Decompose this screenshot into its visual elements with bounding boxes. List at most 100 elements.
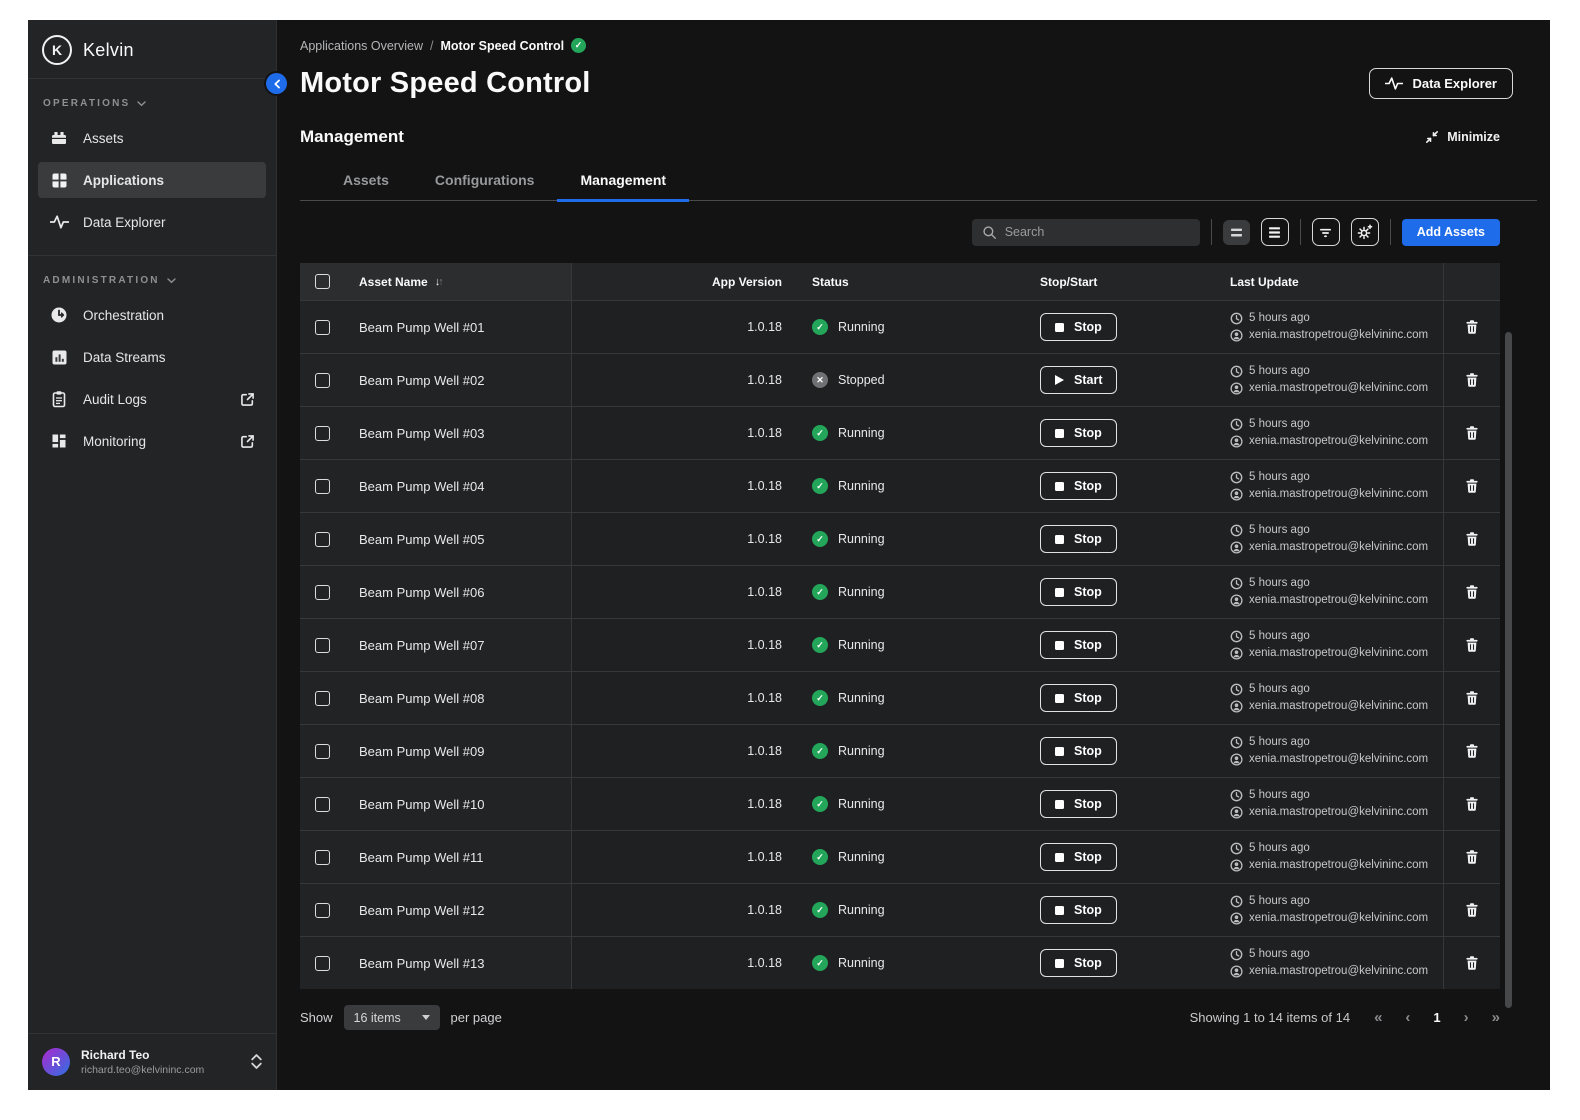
user-icon	[1230, 965, 1243, 978]
last-update-time: 5 hours ago	[1249, 417, 1310, 430]
delete-button[interactable]	[1458, 419, 1486, 447]
stop-start-button[interactable]: Stop	[1040, 684, 1117, 712]
last-update-user: xenia.mastropetrou@kelvininc.com	[1249, 805, 1429, 818]
delete-button[interactable]	[1458, 366, 1486, 394]
delete-button[interactable]	[1458, 843, 1486, 871]
row-checkbox[interactable]	[315, 372, 330, 388]
row-checkbox[interactable]	[315, 849, 330, 865]
row-checkbox[interactable]	[315, 902, 330, 918]
page-size-select[interactable]: 16 items	[343, 1005, 440, 1030]
settings-gear-button[interactable]	[1350, 218, 1379, 246]
logo-text: Kelvin	[83, 39, 134, 60]
delete-button[interactable]	[1458, 737, 1486, 765]
sidebar-section-administration[interactable]: ADMINISTRATION	[28, 256, 276, 294]
app-version: 1.0.18	[747, 585, 782, 599]
sidebar-collapse-button[interactable]	[266, 73, 287, 94]
view-list-button[interactable]	[1260, 218, 1289, 246]
clock-icon	[1230, 577, 1243, 590]
filter-button[interactable]	[1311, 218, 1340, 246]
waveform-icon	[1385, 77, 1404, 90]
row-checkbox[interactable]	[315, 425, 330, 441]
status-text: Running	[838, 691, 885, 705]
stop-start-button[interactable]: Stop	[1040, 525, 1117, 553]
row-checkbox[interactable]	[315, 796, 330, 812]
sidebar-section-operations[interactable]: OPERATIONS	[28, 79, 276, 117]
stop-start-button[interactable]: Stop	[1040, 631, 1117, 659]
row-checkbox[interactable]	[315, 637, 330, 653]
search-icon	[982, 225, 997, 240]
status-icon: ✓	[812, 425, 828, 441]
last-update-user: xenia.mastropetrou@kelvininc.com	[1249, 540, 1429, 553]
tab-assets[interactable]: Assets	[320, 163, 412, 200]
last-update-time: 5 hours ago	[1249, 523, 1310, 536]
data-explorer-button[interactable]: Data Explorer	[1369, 68, 1513, 99]
stop-start-button[interactable]: Stop	[1040, 896, 1117, 924]
prev-page-button[interactable]: ‹	[1405, 1010, 1410, 1025]
delete-button[interactable]	[1458, 313, 1486, 341]
table-row: Beam Pump Well #04 1.0.18 ✓ Running Stop…	[300, 459, 1500, 512]
status-icon: ✓	[812, 690, 828, 706]
minimize-button[interactable]: Minimize	[1425, 130, 1500, 144]
clock-icon	[1230, 365, 1243, 378]
last-update-time: 5 hours ago	[1249, 311, 1310, 324]
delete-button[interactable]	[1458, 631, 1486, 659]
stop-start-button[interactable]: Stop	[1040, 790, 1117, 818]
delete-button[interactable]	[1458, 790, 1486, 818]
status-icon: ✓	[812, 584, 828, 600]
chevron-down-icon	[167, 277, 176, 284]
stop-start-button[interactable]: Stop	[1040, 419, 1117, 447]
first-page-button[interactable]: «	[1374, 1010, 1382, 1025]
delete-button[interactable]	[1458, 684, 1486, 712]
sidebar-item-assets[interactable]: Assets	[38, 120, 266, 156]
stop-start-button[interactable]: Stop	[1040, 578, 1117, 606]
add-assets-button[interactable]: Add Assets	[1401, 218, 1500, 246]
row-checkbox[interactable]	[315, 955, 330, 971]
search-box[interactable]	[971, 218, 1200, 246]
next-page-button[interactable]: ›	[1464, 1010, 1469, 1025]
user-menu[interactable]: R Richard Teo richard.teo@kelvininc.com	[28, 1032, 276, 1090]
delete-button[interactable]	[1458, 472, 1486, 500]
vertical-scrollbar[interactable]	[1505, 332, 1512, 1008]
asset-name: Beam Pump Well #01	[359, 319, 485, 335]
sidebar-item-data-explorer[interactable]: Data Explorer	[38, 204, 266, 240]
last-page-button[interactable]: »	[1492, 1010, 1500, 1025]
stop-start-button[interactable]: Stop	[1040, 472, 1117, 500]
delete-button[interactable]	[1458, 525, 1486, 553]
stop-start-button[interactable]: Stop	[1040, 313, 1117, 341]
row-checkbox[interactable]	[315, 690, 330, 706]
stop-start-icon	[1055, 693, 1064, 703]
user-icon	[1230, 859, 1243, 872]
sidebar-item-audit-logs[interactable]: Audit Logs	[38, 381, 266, 417]
delete-button[interactable]	[1458, 896, 1486, 924]
delete-button[interactable]	[1458, 949, 1486, 977]
sidebar-item-monitoring[interactable]: Monitoring	[38, 423, 266, 459]
breadcrumb-parent-link[interactable]: Applications Overview	[300, 39, 423, 53]
delete-button[interactable]	[1458, 578, 1486, 606]
stop-start-button[interactable]: Stop	[1040, 843, 1117, 871]
last-update-user: xenia.mastropetrou@kelvininc.com	[1249, 911, 1429, 924]
stop-start-button[interactable]: Stop	[1040, 737, 1117, 765]
sidebar-item-applications[interactable]: Applications	[38, 162, 266, 198]
sidebar-item-orchestration[interactable]: Orchestration	[38, 297, 266, 333]
sidebar-item-data-streams[interactable]: Data Streams	[38, 339, 266, 375]
asset-name: Beam Pump Well #11	[359, 849, 484, 865]
status-icon: ✓	[812, 796, 828, 812]
user-icon	[1230, 488, 1243, 501]
row-checkbox[interactable]	[315, 319, 330, 335]
row-checkbox[interactable]	[315, 743, 330, 759]
row-checkbox[interactable]	[315, 531, 330, 547]
sort-control[interactable]: ↓ ↑	[435, 276, 444, 288]
search-input[interactable]	[1004, 225, 1190, 239]
tab-management[interactable]: Management	[557, 163, 689, 202]
last-update-time: 5 hours ago	[1249, 735, 1310, 748]
select-all-checkbox[interactable]	[315, 274, 330, 289]
view-compact-button[interactable]	[1222, 219, 1250, 245]
row-checkbox[interactable]	[315, 584, 330, 600]
stop-start-button[interactable]: Start	[1040, 366, 1118, 394]
row-checkbox[interactable]	[315, 478, 330, 494]
table-header: Asset Name ↓ ↑ App Version Status Stop/St…	[300, 263, 1500, 300]
tab-configurations[interactable]: Configurations	[412, 163, 558, 200]
stop-start-button[interactable]: Stop	[1040, 949, 1117, 977]
asset-name: Beam Pump Well #09	[359, 743, 485, 759]
per-page-label: per page	[450, 1010, 502, 1025]
